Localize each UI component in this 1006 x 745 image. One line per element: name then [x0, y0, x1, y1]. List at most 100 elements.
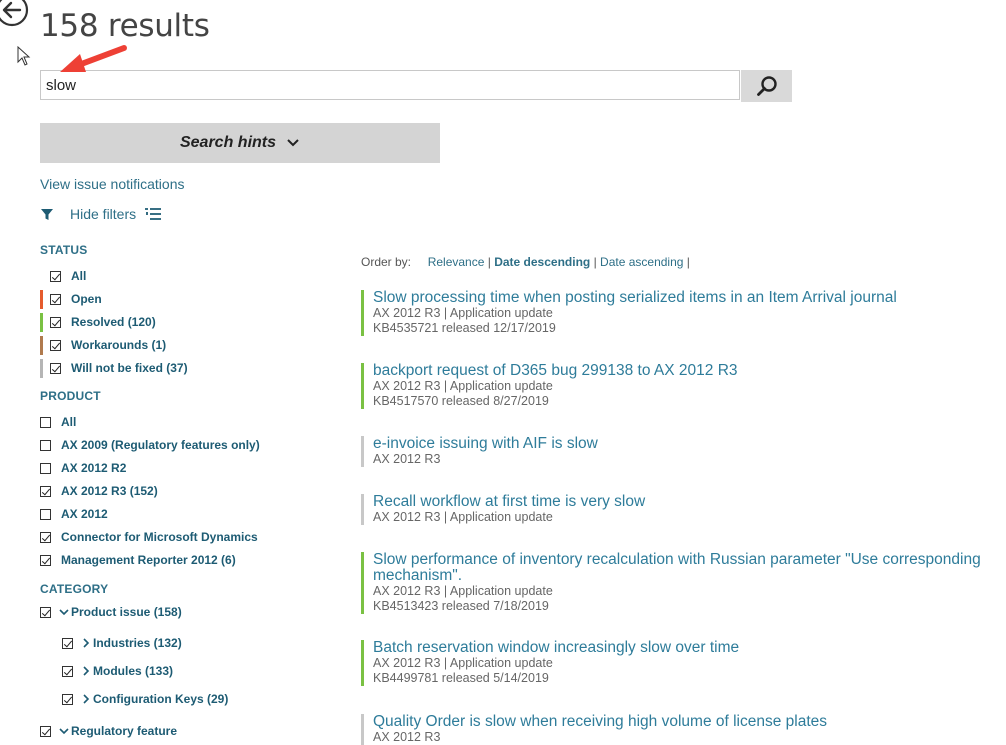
status-color-bar [40, 289, 43, 309]
checkbox[interactable] [50, 293, 61, 305]
checkbox[interactable] [40, 606, 51, 618]
chevron-right-icon[interactable] [82, 638, 90, 648]
chevron-right-icon[interactable] [82, 666, 90, 676]
filter-label: Will not be fixed (37) [71, 361, 188, 375]
result-title-link[interactable]: Slow performance of inventory recalculat… [373, 552, 997, 584]
product-filter-management-reporter[interactable]: Management Reporter 2012 (6) [40, 551, 236, 569]
result-release: KB4517570 released 8/27/2019 [373, 394, 549, 408]
checkbox[interactable] [40, 554, 51, 566]
back-arrow-icon [0, 0, 29, 27]
status-color-bar [40, 335, 43, 355]
hide-filters-toggle[interactable]: Hide filters [40, 205, 162, 223]
checkbox[interactable] [62, 693, 73, 705]
checkbox[interactable] [62, 665, 73, 677]
result-item: e-invoice issuing with AIF is slow AX 20… [361, 436, 997, 467]
filter-label: Modules (133) [93, 664, 174, 678]
checkbox[interactable] [50, 316, 61, 328]
mouse-cursor-icon [17, 45, 31, 66]
result-product: AX 2012 R3 [373, 452, 441, 466]
product-filter-ax2012[interactable]: AX 2012 [40, 505, 108, 523]
product-filter-ax2009[interactable]: AX 2009 (Regulatory features only) [40, 436, 260, 454]
chevron-down-icon[interactable] [59, 727, 69, 735]
category-heading: CATEGORY [40, 582, 109, 596]
search-input[interactable] [40, 70, 740, 100]
order-by-label: Order by: [361, 255, 412, 269]
category-filter-regulatory-feature[interactable]: Regulatory feature [40, 722, 177, 740]
order-date-descending-link[interactable]: Date descending [494, 255, 590, 269]
back-button[interactable] [0, 0, 30, 28]
view-issue-notifications-link[interactable]: View issue notifications [40, 176, 184, 192]
result-item: Batch reservation window increasingly sl… [361, 640, 997, 686]
result-product: AX 2012 R3 [373, 730, 441, 744]
result-product: AX 2012 R3 | Application update [373, 306, 553, 320]
hide-filters-label: Hide filters [70, 206, 137, 222]
order-date-ascending-link[interactable]: Date ascending [600, 255, 683, 269]
filter-label: AX 2012 [61, 507, 108, 521]
status-filter-resolved[interactable]: Resolved (120) [40, 312, 156, 332]
result-title-link[interactable]: Batch reservation window increasingly sl… [373, 640, 997, 656]
checkbox[interactable] [50, 270, 61, 282]
filter-label: Regulatory feature [71, 724, 178, 738]
checkbox[interactable] [50, 362, 61, 374]
status-filter-open[interactable]: Open [40, 289, 102, 309]
status-filter-will-not-be-fixed[interactable]: Will not be fixed (37) [40, 358, 188, 378]
category-filter-industries[interactable]: Industries (132) [62, 634, 182, 652]
order-relevance-link[interactable]: Relevance [428, 255, 485, 269]
chevron-down-icon[interactable] [59, 608, 69, 616]
result-release: KB4499781 released 5/14/2019 [373, 671, 549, 685]
result-item: Recall workflow at first time is very sl… [361, 494, 997, 525]
product-filter-all[interactable]: All [40, 413, 76, 431]
checkbox[interactable] [40, 725, 51, 737]
filter-label: Workarounds (1) [71, 338, 167, 352]
result-title-link[interactable]: Recall workflow at first time is very sl… [373, 494, 997, 510]
search-button[interactable] [741, 70, 792, 102]
result-product: AX 2012 R3 | Application update [373, 584, 553, 598]
result-item: Slow processing time when posting serial… [361, 290, 997, 336]
result-product: AX 2012 R3 | Application update [373, 510, 553, 524]
filter-label: AX 2012 R2 [61, 461, 127, 475]
result-product: AX 2012 R3 | Application update [373, 656, 553, 670]
filter-label: All [61, 415, 77, 429]
checkbox[interactable] [40, 416, 51, 428]
category-filter-modules[interactable]: Modules (133) [62, 662, 173, 680]
result-title-link[interactable]: Quality Order is slow when receiving hig… [373, 714, 997, 730]
product-filter-ax2012-r3[interactable]: AX 2012 R3 (152) [40, 482, 158, 500]
filter-label: Product issue (158) [71, 605, 182, 619]
status-filter-workarounds[interactable]: Workarounds (1) [40, 335, 167, 355]
filter-label: Resolved (120) [71, 315, 156, 329]
product-filter-ax2012-r2[interactable]: AX 2012 R2 [40, 459, 126, 477]
result-title-link[interactable]: Slow processing time when posting serial… [373, 290, 997, 306]
list-collapse-icon[interactable] [144, 207, 162, 221]
filter-label: All [71, 269, 87, 283]
filter-label: Configuration Keys (29) [93, 692, 229, 706]
search-hints-toggle[interactable]: Search hints [40, 123, 440, 163]
checkbox[interactable] [40, 508, 51, 520]
annotation-arrow-icon [58, 42, 128, 78]
filter-label: Open [71, 292, 102, 306]
result-title-line1: Slow performance of inventory recalculat… [373, 551, 981, 568]
result-item: Quality Order is slow when receiving hig… [361, 714, 997, 745]
result-title-link[interactable]: backport request of D365 bug 299138 to A… [373, 363, 997, 379]
checkbox[interactable] [40, 462, 51, 474]
chevron-right-icon[interactable] [82, 694, 90, 704]
search-icon [756, 76, 777, 96]
filter-label: AX 2012 R3 (152) [61, 484, 158, 498]
order-by-bar: Order by: Relevance | Date descending | … [361, 255, 690, 269]
result-item: Slow performance of inventory recalculat… [361, 552, 997, 614]
filter-icon [41, 209, 53, 220]
checkbox[interactable] [62, 637, 73, 649]
checkbox[interactable] [40, 439, 51, 451]
result-release: KB4535721 released 12/17/2019 [373, 321, 556, 335]
product-heading: PRODUCT [40, 389, 101, 403]
filter-label: AX 2009 (Regulatory features only) [61, 438, 260, 452]
status-filter-all[interactable]: All [40, 267, 86, 285]
checkbox[interactable] [50, 339, 61, 351]
result-release: KB4513423 released 7/18/2019 [373, 599, 549, 613]
checkbox[interactable] [40, 531, 51, 543]
category-filter-configuration-keys[interactable]: Configuration Keys (29) [62, 690, 228, 708]
result-title-line2: mechanism". [373, 567, 463, 584]
checkbox[interactable] [40, 485, 51, 497]
product-filter-connector[interactable]: Connector for Microsoft Dynamics [40, 528, 258, 546]
result-title-link[interactable]: e-invoice issuing with AIF is slow [373, 436, 997, 452]
category-filter-product-issue[interactable]: Product issue (158) [40, 603, 182, 621]
